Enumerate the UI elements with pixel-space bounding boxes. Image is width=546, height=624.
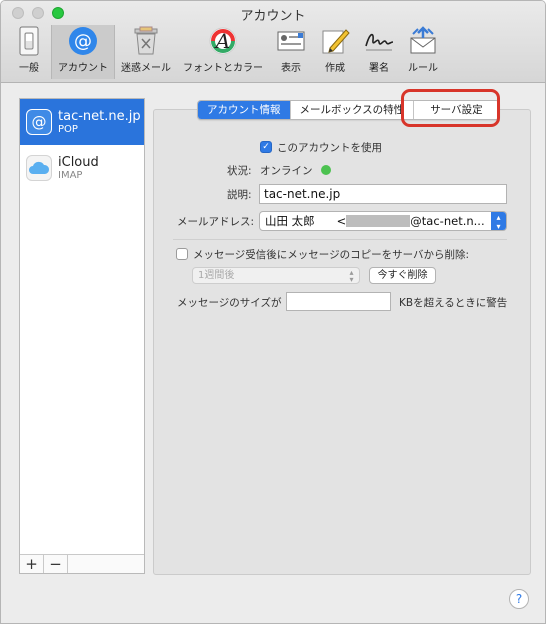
- use-account-checkbox[interactable]: ✓: [260, 141, 272, 153]
- email-address-popup[interactable]: 山田 太郎 < @tac-net.n... ▴ ▾: [259, 211, 507, 231]
- toolbar-fonts-colors[interactable]: A フォントとカラー: [177, 25, 269, 79]
- toolbar-accounts[interactable]: @ アカウント: [51, 25, 115, 79]
- account-item-icloud[interactable]: iCloud IMAP: [20, 145, 144, 191]
- toolbar-signatures[interactable]: 署名: [357, 25, 401, 79]
- add-account-button[interactable]: +: [20, 555, 44, 573]
- toolbar-compose-label: 作成: [325, 63, 345, 74]
- account-name: iCloud: [58, 154, 99, 170]
- window-title: アカウント: [240, 9, 306, 24]
- chevron-up-down-icon: ▴ ▾: [349, 268, 354, 284]
- rules-envelope-icon: [407, 25, 439, 56]
- view-envelope-icon: [275, 25, 307, 56]
- online-status-dot: [321, 165, 331, 175]
- account-list-footer: + −: [20, 554, 144, 573]
- remove-period-popup[interactable]: 1週間後 ▴ ▾: [192, 267, 360, 284]
- tab-account-info[interactable]: アカウント情報: [198, 101, 291, 119]
- toolbar-view-label: 表示: [281, 63, 301, 74]
- tab-mailbox-behaviors[interactable]: メールボックスの特性: [291, 101, 415, 119]
- at-sign-icon: @: [67, 25, 99, 56]
- svg-text:@: @: [74, 31, 92, 52]
- toolbar-general[interactable]: 一般: [7, 25, 51, 79]
- account-name: tac-net.ne.jp: [58, 108, 141, 124]
- signature-icon: [363, 25, 395, 56]
- highlight-ring: [401, 89, 500, 127]
- account-item-tac-net[interactable]: @ tac-net.ne.jp POP: [20, 99, 144, 145]
- preferences-toolbar: 一般 @ アカウント 迷惑メール A フォントとカラー 表示 作成 署名 ルール: [7, 25, 445, 79]
- section-divider: [173, 239, 507, 240]
- email-domain: @tac-net.n...: [410, 214, 485, 228]
- redacted-block: [346, 215, 411, 227]
- account-settings-panel: [153, 109, 531, 575]
- svg-text:A: A: [214, 29, 230, 53]
- toolbar-view[interactable]: 表示: [269, 25, 313, 79]
- email-bracket: <: [336, 214, 347, 228]
- title-bar: アカウント 一般 @ アカウント 迷惑メール A フォントとカラー 表示 作成 …: [1, 1, 545, 83]
- description-label: 説明:: [227, 189, 252, 201]
- remove-copy-checkbox[interactable]: [176, 248, 188, 260]
- email-name: 山田 太郎: [265, 214, 315, 228]
- toolbar-rules[interactable]: ルール: [401, 25, 445, 79]
- remove-now-button[interactable]: 今すぐ削除: [369, 267, 436, 284]
- toolbar-junk[interactable]: 迷惑メール: [115, 25, 177, 79]
- account-type: POP: [58, 123, 78, 135]
- toolbar-fonts-colors-label: フォントとカラー: [183, 63, 263, 74]
- account-text: tac-net.ne.jp POP: [58, 109, 141, 136]
- email-address-label: メールアドレス:: [177, 216, 255, 228]
- account-text: iCloud IMAP: [58, 155, 99, 182]
- toolbar-compose[interactable]: 作成: [313, 25, 357, 79]
- toolbar-general-label: 一般: [19, 63, 39, 74]
- toolbar-rules-label: ルール: [408, 63, 438, 74]
- at-sign-icon: @: [26, 109, 52, 135]
- description-field[interactable]: tac-net.ne.jp: [259, 184, 507, 204]
- chevron-up-down-icon: ▴ ▾: [491, 212, 506, 230]
- remove-period-value: 1週間後: [198, 270, 235, 281]
- toolbar-accounts-label: アカウント: [58, 63, 108, 74]
- remove-account-button[interactable]: −: [44, 555, 68, 573]
- message-size-suffix: KBを超えるときに警告: [399, 297, 508, 309]
- junk-trash-icon: [130, 25, 162, 56]
- account-type: IMAP: [58, 169, 83, 181]
- remove-copy-label: メッセージ受信後にメッセージのコピーをサーバから削除:: [193, 249, 470, 261]
- use-account-label: このアカウントを使用: [277, 142, 382, 154]
- light-switch-icon: [13, 25, 45, 56]
- toolbar-junk-label: 迷惑メール: [121, 63, 171, 74]
- status-label: 状況:: [227, 165, 252, 177]
- account-list: @ tac-net.ne.jp POP iCloud IMAP + −: [19, 98, 145, 574]
- message-size-field[interactable]: [286, 292, 391, 311]
- help-button[interactable]: ?: [509, 589, 529, 609]
- toolbar-signatures-label: 署名: [369, 63, 389, 74]
- accounts-preferences-window: アカウント 一般 @ アカウント 迷惑メール A フォントとカラー 表示 作成 …: [0, 0, 546, 624]
- svg-text:@: @: [32, 113, 47, 131]
- font-color-icon: A: [207, 25, 239, 56]
- cloud-icon: [26, 155, 52, 181]
- compose-pencil-icon: [319, 25, 351, 56]
- message-size-label: メッセージのサイズが: [177, 297, 282, 309]
- status-value: オンライン: [260, 165, 313, 177]
